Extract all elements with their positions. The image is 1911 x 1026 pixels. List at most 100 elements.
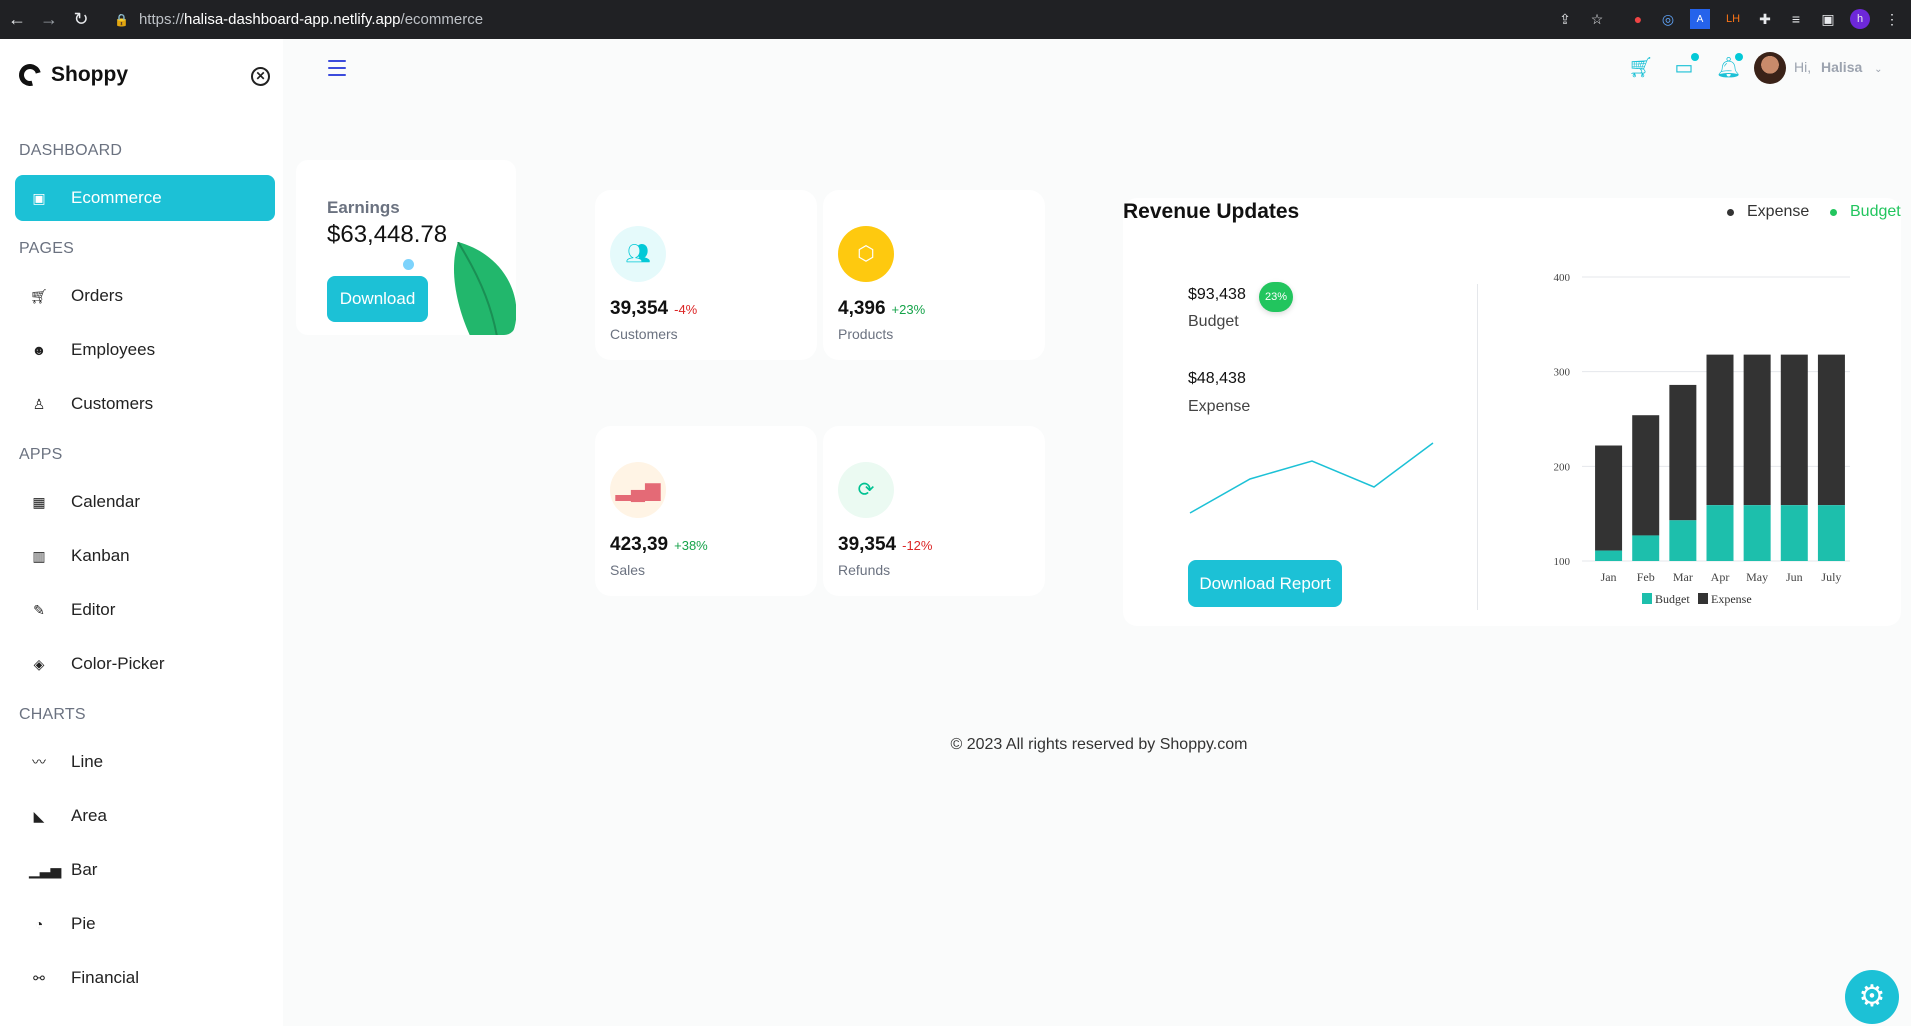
- greeting-text: Hi,: [1794, 59, 1812, 75]
- stat-value: 423,39 +38%: [610, 534, 708, 555]
- extension-icon[interactable]: ◎: [1658, 9, 1678, 29]
- puzzle-extensions-icon[interactable]: ✚: [1755, 9, 1775, 29]
- menu-toggle-icon[interactable]: [328, 60, 346, 76]
- sidebar-item-label: Bar: [71, 860, 98, 879]
- stat-percent: -4%: [674, 302, 698, 317]
- brand-name: Shoppy: [51, 63, 128, 86]
- footer-copyright: © 2023 All rights reserved by Shoppy.com: [950, 736, 1248, 753]
- expense-dot-icon: [1727, 208, 1734, 216]
- back-icon[interactable]: ←: [2, 5, 32, 35]
- extension-icon[interactable]: ●: [1628, 9, 1648, 29]
- legend-expense-label: Expense: [1711, 592, 1752, 606]
- employees-icon: ☻: [31, 342, 47, 358]
- bar-expense: [1706, 354, 1734, 506]
- browser-menu-icon[interactable]: ⋮: [1882, 9, 1902, 29]
- sidebar-item-kanban[interactable]: ▥ Kanban: [15, 533, 275, 579]
- download-button[interactable]: Download: [327, 276, 428, 322]
- side-panel-icon[interactable]: ▣: [1818, 9, 1838, 29]
- bar-budget: [1780, 505, 1808, 561]
- bar-expense: [1595, 445, 1623, 551]
- sidebar-item-label: Kanban: [71, 546, 130, 565]
- extension-icon[interactable]: LH: [1723, 9, 1743, 29]
- sidebar-item-employees[interactable]: ☻ Employees: [15, 327, 275, 373]
- browser-toolbar: ← → ↻ 🔒 https://halisa-dashboard-app.net…: [0, 0, 1911, 39]
- stat-percent: +23%: [891, 302, 926, 317]
- expense-label: Expense: [1188, 398, 1251, 415]
- cart-icon[interactable]: 🛒︎: [1628, 56, 1653, 80]
- section-charts: CHARTS: [19, 706, 86, 723]
- bar-budget: [1632, 535, 1660, 561]
- translate-extension-icon[interactable]: A: [1690, 9, 1710, 29]
- stat-label: Sales: [610, 562, 646, 578]
- budget-value: $93,438: [1188, 286, 1246, 303]
- reload-icon[interactable]: ↻: [66, 5, 96, 35]
- bar-expense: [1743, 354, 1771, 506]
- sidebar-item-orders[interactable]: 🛒︎ Orders: [15, 273, 275, 319]
- sidebar-item-color-picker[interactable]: ◈ Color-Picker: [15, 641, 275, 687]
- x-tick-label: May: [1746, 570, 1768, 584]
- sidebar-item-financial[interactable]: ⚯ Financial: [15, 955, 275, 1001]
- bookmark-star-icon[interactable]: ☆: [1587, 9, 1607, 29]
- notification-dot: [1691, 53, 1699, 61]
- legend-budget: Budget: [1830, 203, 1901, 221]
- sidebar-item-area[interactable]: ◣ Area: [15, 793, 275, 839]
- financial-icon: ⚯: [33, 969, 45, 986]
- bar-budget: [1743, 505, 1771, 561]
- stat-card-sales: ▂▄▆ 423,39 +38% Sales: [595, 426, 817, 596]
- chat-icon[interactable]: ▭: [1672, 53, 1699, 80]
- reading-list-icon[interactable]: ≡: [1786, 9, 1806, 29]
- section-apps: APPS: [19, 446, 63, 463]
- edit-icon: ✎: [33, 601, 45, 618]
- lock-icon: 🔒: [114, 12, 129, 27]
- bar-budget: [1706, 505, 1734, 561]
- bar-chart-icon: ▂▄▆: [610, 462, 666, 518]
- earnings-card: Earnings $63,448.78 Download: [296, 160, 516, 335]
- x-tick-label: Jan: [1601, 570, 1617, 584]
- brand-logo[interactable]: Shoppy: [14, 59, 128, 91]
- stat-card-refunds: ⟳ 39,354 -12% Refunds: [823, 426, 1045, 596]
- user-name: Halisa: [1821, 59, 1863, 75]
- decorative-dot: [403, 259, 414, 270]
- refresh-icon: ⟳: [838, 462, 894, 518]
- sidebar-item-customers[interactable]: ♙ Customers: [15, 381, 275, 427]
- sidebar-item-label: Color-Picker: [71, 654, 165, 673]
- share-icon[interactable]: ⇪: [1555, 9, 1575, 29]
- address-bar[interactable]: 🔒 https://halisa-dashboard-app.netlify.a…: [114, 11, 483, 28]
- download-report-button[interactable]: Download Report: [1188, 560, 1342, 607]
- section-dashboard: DASHBOARD: [19, 142, 123, 159]
- profile-icon[interactable]: h: [1850, 9, 1870, 29]
- notification-dot: [1735, 53, 1743, 61]
- sidebar-item-calendar[interactable]: ▦ Calendar: [15, 479, 275, 525]
- notification-bell-icon[interactable]: 🔔︎: [1716, 53, 1743, 80]
- bar-budget: [1669, 520, 1697, 561]
- revenue-title: Revenue Updates: [1123, 200, 1300, 223]
- avatar[interactable]: [1754, 52, 1786, 84]
- stat-label: Refunds: [838, 562, 891, 578]
- revenue-bar-chart: 100 200 300 400 Jan Feb Mar Apr May Jun July Budget…: [1554, 272, 1850, 606]
- bar-chart-icon: ▁▃▅: [29, 861, 62, 878]
- pie-chart-icon: ◔: [34, 916, 44, 932]
- y-tick-label: 100: [1554, 556, 1571, 568]
- stat-percent: +38%: [674, 538, 708, 553]
- sidebar-item-editor[interactable]: ✎ Editor: [15, 587, 275, 633]
- stat-card-customers: 👥︎ 39,354 -4% Customers: [595, 190, 817, 360]
- divider: [1477, 284, 1478, 610]
- x-tick-label: Mar: [1673, 570, 1693, 584]
- y-tick-label: 200: [1554, 461, 1571, 473]
- stat-value: 4,396 +23%: [838, 298, 926, 319]
- settings-gear-icon[interactable]: ⚙: [1845, 970, 1899, 1024]
- user-greeting[interactable]: Hi, Halisa ⌄: [1794, 59, 1883, 75]
- legend-budget-swatch: [1642, 593, 1652, 604]
- stat-card-products: ⬡ 4,396 +23% Products: [823, 190, 1045, 360]
- sidebar-item-ecommerce[interactable]: ▣ Ecommerce: [15, 175, 275, 221]
- sidebar-item-bar[interactable]: ▁▃▅ Bar: [15, 847, 275, 893]
- sidebar-item-pie[interactable]: ◔ Pie: [15, 901, 275, 947]
- box-icon: ⬡: [838, 226, 894, 282]
- stat-value: 39,354 -12%: [838, 534, 933, 555]
- budget-dot-icon: [1830, 208, 1837, 216]
- legend-budget-label: Budget: [1655, 592, 1690, 606]
- x-tick-label: Apr: [1711, 570, 1730, 584]
- close-sidebar-icon[interactable]: ✕: [251, 67, 270, 86]
- forward-icon[interactable]: →: [34, 5, 64, 35]
- sidebar-item-label: Area: [71, 806, 107, 825]
